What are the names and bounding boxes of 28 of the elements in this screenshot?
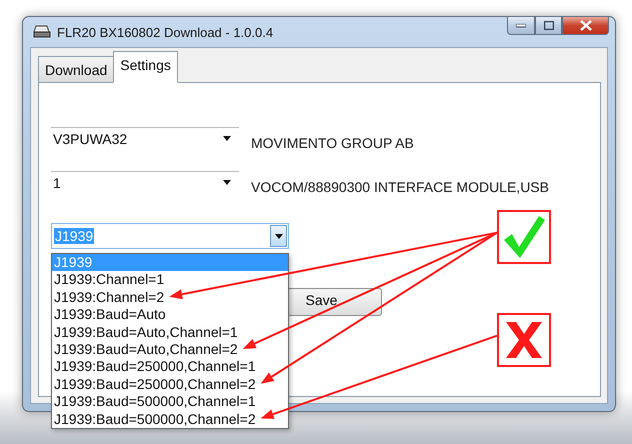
dropdown-option[interactable]: J1939:Channel=2 [52,288,288,306]
window-title: FLR20 BX160802 Download - 1.0.0.4 [57,24,274,40]
dropdown-option[interactable]: J1939:Baud=500000,Channel=1 [52,393,288,411]
dropdown-option[interactable]: J1939:Channel=1 [52,271,288,289]
app-icon [33,24,51,40]
maximize-button[interactable] [535,16,562,35]
tab[interactable]: Download [38,56,114,82]
caret-icon [223,180,231,185]
close-icon [580,20,592,31]
minimize-button[interactable] [507,16,535,35]
caret-icon [274,234,282,238]
dropdown[interactable]: V3PUWA32 [51,127,239,153]
dropdown-option[interactable]: J1939:Baud=Auto,Channel=2 [52,340,288,358]
minimize-icon [516,24,526,28]
close-button[interactable] [562,16,609,35]
maximize-icon [544,21,554,30]
device-label: MOVIMENTO GROUP AB [251,135,414,153]
dropdown-option[interactable]: J1939:Baud=Auto,Channel=1 [52,324,288,341]
caret-icon [223,136,231,141]
tab[interactable]: Settings [113,51,178,83]
device-label: VOCOM/88890300 INTERFACE MODULE,USB [251,179,549,197]
dropdown-option[interactable]: J1939:Baud=250000,Channel=1 [52,358,288,376]
dropdown-button[interactable] [270,225,287,247]
dropdown[interactable]: 1 [51,171,239,197]
dropdown-option[interactable]: J1939:Baud=Auto [52,306,288,324]
dropdown-option[interactable]: J1939:Baud=500000,Channel=2 [52,410,288,428]
dropdown-option[interactable]: J1939:Baud=250000,Channel=2 [52,376,288,394]
cross-icon [504,320,544,360]
